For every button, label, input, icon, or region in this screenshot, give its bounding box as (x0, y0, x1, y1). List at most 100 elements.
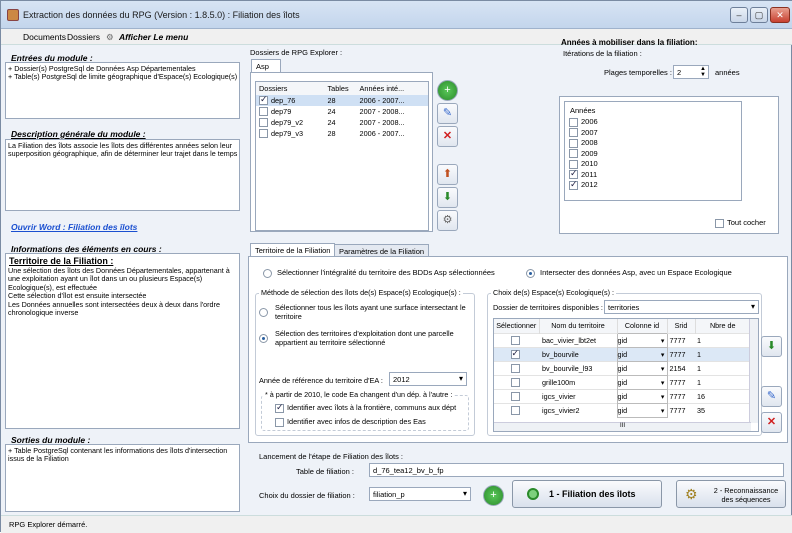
dossier-value: territories (608, 303, 640, 312)
maximize-button[interactable]: ▢ (750, 7, 768, 23)
explorer-row[interactable]: dep79_v2 24 2007 - 2008... (256, 117, 428, 128)
grid-checkbox[interactable] (510, 335, 520, 345)
radio-all-indicator[interactable] (263, 268, 272, 278)
menu-dossiers[interactable]: Dossiers (67, 32, 100, 42)
dossier-select[interactable]: territories (604, 300, 759, 314)
window-title: Extraction des données du RPG (Version :… (23, 10, 300, 20)
grid-row[interactable]: grille100m gid ▾ 7777 1 (494, 374, 750, 390)
import-territory-icon[interactable]: ⬇ (761, 336, 782, 357)
delete-icon[interactable]: ✕ (437, 126, 458, 147)
tab-territoire[interactable]: Territoire de la Filiation (250, 243, 336, 257)
grid-row[interactable]: bv_bourvile_l93 gid ▾ 2154 1 (494, 360, 750, 376)
row-checkbox[interactable] (259, 107, 268, 117)
explorer-row[interactable]: dep79_v3 28 2006 - 2007... (256, 128, 428, 139)
grid-vscrollbar[interactable] (749, 319, 758, 423)
year-checkbox[interactable] (569, 138, 578, 148)
grid-row[interactable]: igcs_vivier2 gid ▾ 7777 35 (494, 402, 750, 418)
table-input[interactable]: d_76_tea12_bv_b_fp (369, 463, 784, 477)
choix-filiation-select[interactable]: filiation_p (369, 487, 471, 501)
grid-checkbox[interactable] (510, 348, 520, 359)
choix-filiation-label: Choix du dossier de filiation : (259, 491, 355, 500)
grid-col-select[interactable]: gid ▾ (616, 374, 668, 390)
row-checkbox[interactable] (259, 94, 268, 106)
tab-asp[interactable]: Asp (251, 59, 281, 72)
grid-col-select[interactable]: gid ▾ (616, 346, 668, 362)
explorer-table: Dossiers Tables Années inté... dep_76 28… (256, 82, 428, 139)
grid-checkbox[interactable] (510, 377, 520, 387)
year-item[interactable]: 2007 (569, 128, 598, 139)
grid-col-select[interactable]: gid ▾ (616, 360, 668, 376)
gcol-select[interactable]: Sélectionner (494, 319, 540, 333)
tout-cocher-checkbox[interactable] (715, 218, 724, 228)
chk-frontier-box[interactable] (275, 402, 284, 413)
years-title: Années à mobiliser dans la filiation: (561, 38, 698, 47)
edit-territory-icon[interactable]: ✎ (761, 386, 782, 407)
chk-desc-box[interactable] (275, 417, 284, 427)
plages-unit: années (715, 68, 740, 77)
status-bar: RPG Explorer démarré. (1, 515, 792, 533)
add-dossier-icon[interactable]: + (483, 485, 504, 506)
reconnaissance-button[interactable]: ⚙ 2 - Reconnaissance des séquences (676, 480, 786, 508)
settings-icon[interactable]: ⚙ (437, 210, 458, 231)
gcol-name[interactable]: Nom du territoire (539, 319, 618, 333)
grid-row[interactable]: bv_bourvile gid ▾ 7777 1 (494, 346, 750, 362)
grid-checkbox[interactable] (510, 406, 520, 416)
tout-cocher[interactable]: Tout cocher (715, 218, 766, 228)
stepper-arrows-icon[interactable]: ▲ ▼ (700, 66, 706, 78)
menu-afficher[interactable]: Afficher Le menu (119, 32, 188, 42)
radio-all[interactable]: Sélectionner l'intégralité du territoire… (263, 268, 495, 278)
grid-row[interactable]: igcs_vivier gid ▾ 7777 16 (494, 388, 750, 404)
radio-intersect[interactable]: Intersecter des données Asp, avec un Esp… (526, 268, 732, 278)
import-icon[interactable]: ⬇ (437, 187, 458, 208)
menu-documents[interactable]: Documents (23, 32, 66, 42)
year-item[interactable]: 2008 (569, 138, 598, 149)
grid-col-select[interactable]: gid ▾ (616, 388, 668, 404)
method-opt2-indicator[interactable] (259, 334, 268, 343)
ref-year-value: 2012 (393, 375, 410, 384)
word-link[interactable]: Ouvrir Word : Filiation des îlots (11, 222, 137, 232)
method-opt1[interactable]: Sélectionner tous les îlots ayant une su… (259, 303, 469, 321)
grid-hscrollbar[interactable]: III (494, 422, 751, 431)
add-icon[interactable]: + (437, 80, 458, 101)
grid-row[interactable]: bac_vivier_lbt2et gid ▾ 7777 1 (494, 332, 750, 348)
explorer-frame: Dossiers Tables Années inté... dep_76 28… (250, 72, 433, 232)
export-icon[interactable]: ⬆ (437, 164, 458, 185)
year-checkbox[interactable] (569, 128, 578, 138)
chk-desc[interactable]: Identifier avec infos de description des… (275, 417, 426, 427)
year-item[interactable]: 2009 (569, 149, 598, 160)
year-item[interactable]: 2012 (569, 179, 598, 191)
delete-territory-icon[interactable]: ✕ (761, 412, 782, 433)
chk-frontier[interactable]: Identifier avec îlots à la frontière, co… (275, 402, 456, 413)
radio-intersect-indicator[interactable] (526, 268, 535, 278)
close-button[interactable]: ✕ (770, 7, 790, 23)
row-years: 2007 - 2008... (359, 118, 405, 127)
method-opt1-indicator[interactable] (259, 308, 268, 317)
ref-year-select[interactable]: 2012 (389, 372, 467, 386)
row-checkbox[interactable] (259, 129, 268, 139)
gcol-id[interactable]: Colonne id (617, 319, 668, 333)
grid-checkbox[interactable] (510, 391, 520, 401)
explorer-row[interactable]: dep_76 28 2006 - 2007... (256, 94, 428, 106)
row-tables: 24 (327, 107, 336, 116)
year-checkbox[interactable] (569, 179, 578, 190)
years-list-header: Années (570, 106, 596, 115)
grid-col-select[interactable]: gid ▾ (616, 332, 668, 348)
year-checkbox[interactable] (569, 117, 578, 127)
year-checkbox[interactable] (569, 149, 578, 159)
row-checkbox[interactable] (259, 118, 268, 128)
method-opt2[interactable]: Sélection des territoires d'exploitation… (259, 329, 469, 347)
explorer-row[interactable]: dep79 24 2007 - 2008... (256, 106, 428, 117)
years-list-frame: Années 2006 2007 2008 2009 2010 2011 201… (559, 96, 779, 234)
plages-stepper[interactable]: 2 ▲ ▼ (673, 65, 709, 79)
gcol-nbre[interactable]: Nbre de (695, 319, 750, 333)
grid-checkbox[interactable] (510, 363, 520, 373)
year-item[interactable]: 2006 (569, 117, 598, 128)
col-tables[interactable]: Tables (328, 82, 360, 95)
gcol-srid[interactable]: Srid (667, 319, 696, 333)
edit-icon[interactable]: ✎ (437, 103, 458, 124)
minimize-button[interactable]: – (730, 7, 748, 23)
grid-col-select[interactable]: gid ▾ (616, 402, 668, 418)
run-filiation-button[interactable]: 1 - Filiation des îlots (512, 480, 662, 508)
col-dossiers[interactable]: Dossiers (256, 82, 328, 95)
col-annees[interactable]: Années inté... (360, 82, 428, 95)
